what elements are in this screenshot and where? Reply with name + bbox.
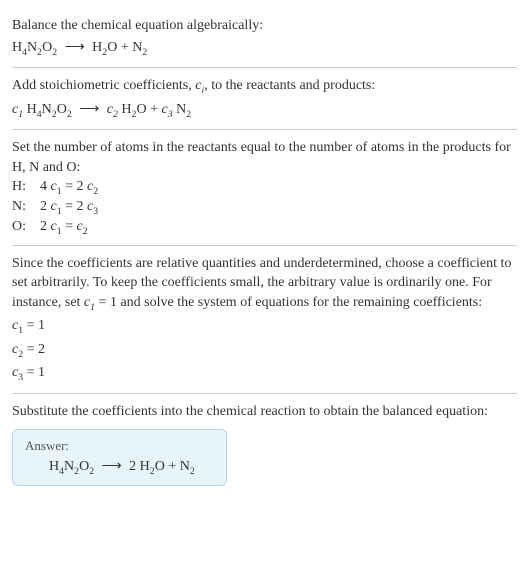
balanced-equation: H4N2O2 ⟶ 2 H2O + N2 [25, 458, 214, 477]
section-atom-balance: Set the number of atoms in the reactants… [12, 130, 517, 246]
instruction-text: Substitute the coefficients into the che… [12, 402, 517, 422]
reactant-formula: H4N2O2 [12, 40, 57, 55]
reactant-formula: H4N2O2 [49, 459, 94, 474]
c3-coef: c3 [161, 102, 172, 117]
reaction-arrow-icon: ⟶ [102, 458, 122, 475]
reaction-arrow-icon: ⟶ [79, 100, 99, 120]
atom-label: O: [12, 219, 40, 237]
balance-equation: 2 c1 = 2 c3 [40, 199, 98, 217]
plus-text: + [117, 40, 132, 55]
c1-coef: c1 [12, 102, 23, 117]
balance-equation: 4 c1 = 2 c2 [40, 179, 98, 197]
product-water: H2O [92, 40, 117, 55]
atom-label: N: [12, 199, 40, 217]
instruction-text: Set the number of atoms in the reactants… [12, 138, 517, 177]
solution-c2: c2 = 2 [12, 340, 517, 362]
answer-box: Answer: H4N2O2 ⟶ 2 H2O + N2 [12, 429, 227, 486]
coefficient-equation: c1 H4N2O2 ⟶ c2 H2O + c3 N2 [12, 100, 517, 122]
coef-2: 2 [129, 459, 140, 474]
product-water: H2O [121, 102, 146, 117]
section-final-answer: Substitute the coefficients into the che… [12, 394, 517, 492]
answer-label: Answer: [25, 438, 214, 454]
instruction-text: Add stoichiometric coefficients, ci, to … [12, 76, 517, 98]
c2-coef: c2 [107, 102, 118, 117]
section-solve-coefficients: Since the coefficients are relative quan… [12, 246, 517, 394]
product-nitrogen: N2 [132, 40, 147, 55]
set-coef: c1 [84, 295, 95, 310]
reactant-formula: H4N2O2 [27, 102, 72, 117]
solution-c1: c1 = 1 [12, 316, 517, 338]
solution-c3: c3 = 1 [12, 363, 517, 385]
section-add-coefficients: Add stoichiometric coefficients, ci, to … [12, 68, 517, 130]
plus-text: + [165, 459, 180, 474]
product-nitrogen: N2 [176, 102, 191, 117]
instruction-text: Balance the chemical equation algebraica… [12, 16, 517, 36]
plus-text: + [147, 102, 162, 117]
reaction-arrow-icon: ⟶ [65, 38, 85, 58]
balance-equation: 2 c1 = c2 [40, 219, 88, 237]
balance-row-h: H: 4 c1 = 2 c2 [12, 179, 517, 197]
instruction-text: Since the coefficients are relative quan… [12, 254, 517, 315]
balance-row-o: O: 2 c1 = c2 [12, 219, 517, 237]
unbalanced-equation: H4N2O2 ⟶ H2O + N2 [12, 38, 517, 60]
product-nitrogen: N2 [180, 459, 195, 474]
balance-row-n: N: 2 c1 = 2 c3 [12, 199, 517, 217]
product-water: H2O [140, 459, 165, 474]
section-problem-statement: Balance the chemical equation algebraica… [12, 8, 517, 68]
atom-label: H: [12, 179, 40, 197]
ci-symbol: ci [195, 78, 204, 93]
